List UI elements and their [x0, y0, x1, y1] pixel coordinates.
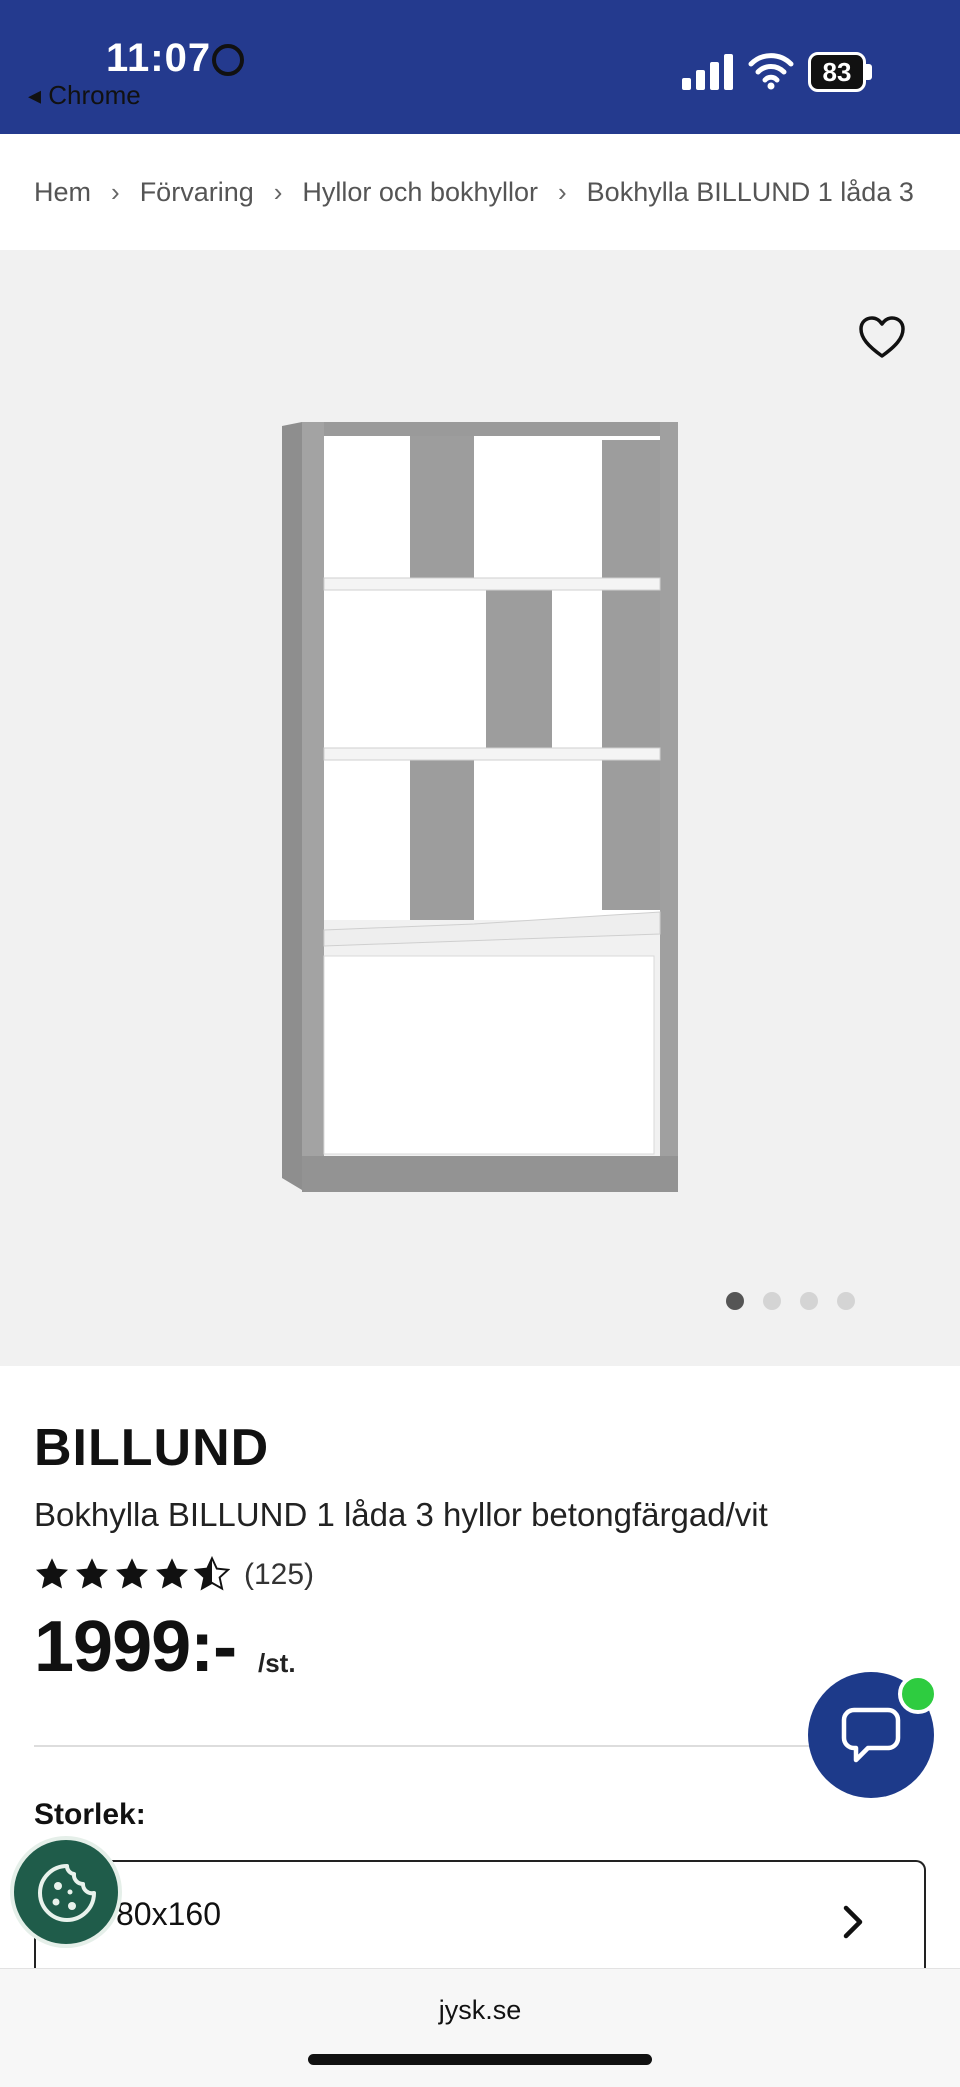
heart-icon[interactable]: [858, 316, 906, 360]
url-text[interactable]: jysk.se: [0, 1995, 960, 2026]
browser-url-bar[interactable]: jysk.se: [0, 1968, 960, 2087]
focus-mode-icon: [212, 44, 244, 76]
star-full-icon: [75, 1558, 109, 1589]
product-price: 1999:-: [34, 1607, 237, 1687]
gallery-dot[interactable]: [763, 1292, 781, 1310]
product-brand: BILLUND: [34, 1419, 270, 1477]
breadcrumb-item-current: Bokhylla BILLUND 1 låda 3: [586, 176, 914, 207]
chevron-right-icon: ›: [273, 176, 283, 207]
review-count[interactable]: (125): [244, 1558, 314, 1592]
price-unit: /st.: [258, 1648, 296, 1678]
chevron-right-icon: ›: [558, 176, 567, 207]
star-full-icon: [35, 1558, 69, 1589]
star-half-icon: [194, 1556, 230, 1591]
star-full-icon: [155, 1558, 189, 1589]
cookie-settings-button[interactable]: [10, 1836, 122, 1948]
breadcrumb-item-hem[interactable]: Hem: [34, 177, 91, 208]
breadcrumb-item-hyllor[interactable]: Hyllor och bokhyllor: [302, 177, 538, 208]
battery-tip: [866, 64, 872, 80]
rating-stars[interactable]: [34, 1556, 230, 1592]
status-time: 11:07: [106, 36, 212, 80]
chevron-right-icon: [843, 1905, 863, 1939]
status-bar: 11:07 ◂ Chrome 83: [0, 0, 960, 134]
size-selected-value: 80x160: [116, 1896, 221, 1932]
gallery-dot[interactable]: [726, 1292, 744, 1310]
back-to-app-link[interactable]: ◂ Chrome: [28, 80, 141, 111]
wifi-icon: [748, 53, 794, 90]
cookie-icon: [38, 1864, 96, 1922]
breadcrumb: Hem › Förvaring › Hyllor och bokhyllor ›…: [0, 134, 960, 250]
breadcrumb-item-forvaring[interactable]: Förvaring: [140, 177, 254, 208]
divider: [34, 1745, 814, 1747]
battery-icon: 83: [808, 52, 866, 92]
product-name: Bokhylla BILLUND 1 låda 3 hyllor betongf…: [34, 1496, 768, 1533]
gallery-dot[interactable]: [837, 1292, 855, 1310]
star-full-icon: [115, 1558, 149, 1589]
product-image: [282, 422, 678, 1192]
chevron-right-icon: ›: [111, 176, 120, 207]
cellular-signal-icon: [682, 54, 733, 90]
gallery-pagination: [726, 1292, 855, 1310]
online-status-badge: [898, 1674, 938, 1714]
chat-bubble-icon: [841, 1707, 901, 1763]
gallery-dot[interactable]: [800, 1292, 818, 1310]
home-indicator[interactable]: [308, 2054, 652, 2065]
size-label: Storlek:: [34, 1798, 146, 1831]
